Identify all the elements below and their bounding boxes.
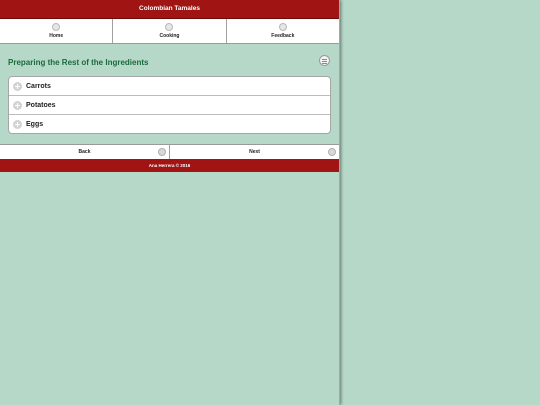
nav-label-cooking: Cooking: [159, 33, 180, 39]
list-item-label: Eggs: [26, 120, 44, 128]
home-icon: [52, 23, 61, 31]
list-item-carrots[interactable]: Carrots: [9, 77, 330, 96]
back-button[interactable]: Back: [0, 145, 170, 159]
plus-icon: [13, 81, 22, 91]
nav-label-home: Home: [49, 33, 64, 39]
next-button[interactable]: Next: [170, 145, 339, 159]
nav-item-home[interactable]: Home: [0, 19, 114, 43]
nav-item-cooking[interactable]: Cooking: [113, 19, 227, 43]
list-item-label: Carrots: [26, 82, 51, 90]
plus-icon: [13, 119, 22, 129]
pager-bar: Back Next: [0, 144, 339, 159]
app-title: Colombian Tamales: [139, 5, 200, 12]
page-header: Preparing the Rest of the Ingredients: [0, 54, 339, 72]
list-item-label: Potatoes: [26, 101, 56, 109]
page-title: Preparing the Rest of the Ingredients: [8, 58, 149, 67]
app-window: Colombian Tamales Home Cooking Feedback …: [0, 0, 340, 405]
menu-icon[interactable]: [319, 55, 330, 66]
next-label: Next: [249, 149, 260, 155]
ingredient-list: Carrots Potatoes Eggs: [8, 76, 331, 134]
app-header: Colombian Tamales: [0, 0, 339, 19]
feedback-icon: [278, 23, 287, 31]
list-item-potatoes[interactable]: Potatoes: [9, 96, 330, 115]
back-label: Back: [78, 149, 91, 155]
list-item-eggs[interactable]: Eggs: [9, 115, 330, 133]
footer-text: Ana Herrera © 2016: [148, 163, 191, 168]
nav-bar: Home Cooking Feedback: [0, 19, 339, 44]
app-footer: Ana Herrera © 2016: [0, 159, 339, 172]
cooking-icon: [165, 23, 174, 31]
nav-label-feedback: Feedback: [271, 33, 295, 39]
arrow-left-icon: [158, 148, 166, 156]
plus-icon: [13, 100, 22, 110]
nav-item-feedback[interactable]: Feedback: [227, 19, 339, 43]
arrow-right-icon: [328, 148, 336, 156]
